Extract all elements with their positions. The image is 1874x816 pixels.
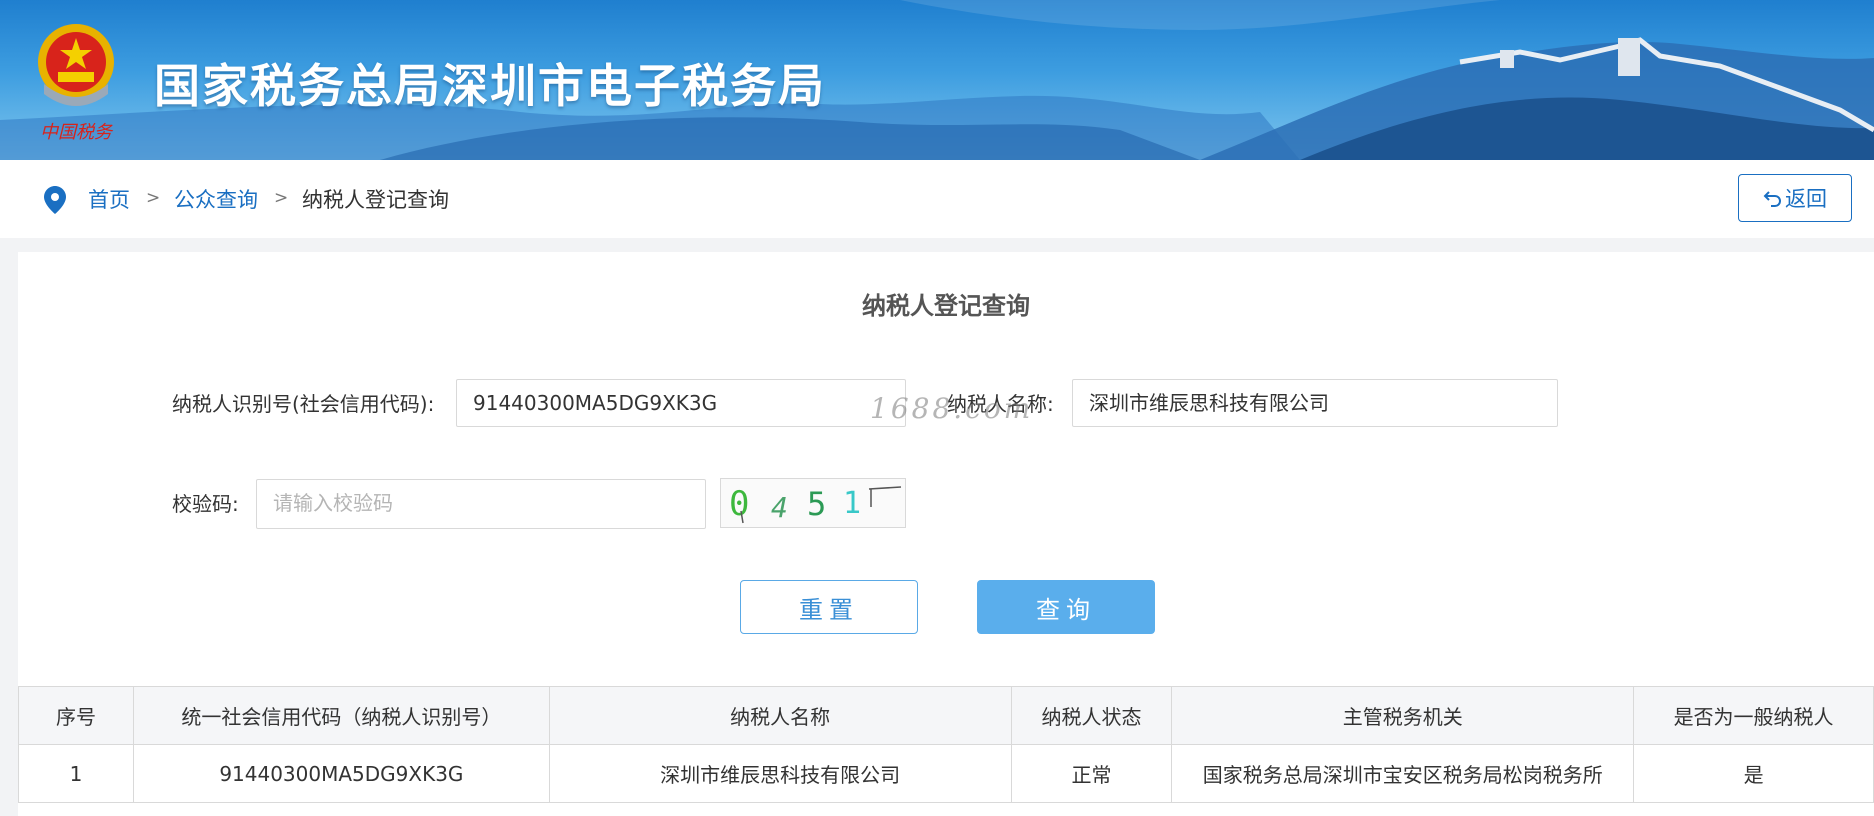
site-title: 国家税务总局深圳市电子税务局: [154, 59, 826, 113]
query-panel: 纳税人登记查询 纳税人识别号(社会信用代码): 91440300MA5DG9XK…: [18, 252, 1874, 816]
breadcrumb-separator: >: [274, 188, 289, 208]
cell-credit-code: 91440300MA5DG9XK3G: [132, 744, 550, 803]
back-button-label: 返回: [1785, 187, 1827, 211]
back-button[interactable]: 返回: [1738, 174, 1852, 222]
svg-text:4: 4: [771, 491, 788, 524]
column-header: 序号: [18, 686, 134, 745]
table-header-row: 序号 统一社会信用代码（纳税人识别号） 纳税人名称 纳税人状态 主管税务机关 是…: [18, 686, 1874, 745]
svg-text:5: 5: [807, 485, 826, 523]
svg-text:0: 0: [729, 484, 749, 524]
taxpayer-id-input[interactable]: 91440300MA5DG9XK3G: [456, 379, 906, 427]
cell-index: 1: [18, 744, 134, 803]
taxpayer-id-label: 纳税人识别号(社会信用代码):: [172, 392, 435, 416]
breadcrumb-current-page: 纳税人登记查询: [302, 188, 449, 212]
captcha-input[interactable]: 请输入校验码: [256, 479, 706, 529]
svg-text:中国税务: 中国税务: [40, 122, 114, 143]
header-banner: 中国税务 国家税务总局深圳市电子税务局: [0, 0, 1874, 160]
cell-general-taxpayer: 是: [1633, 744, 1874, 803]
undo-arrow-icon: [1763, 191, 1781, 207]
column-header: 统一社会信用代码（纳税人识别号）: [132, 686, 550, 745]
results-table: 序号 统一社会信用代码（纳税人识别号） 纳税人名称 纳税人状态 主管税务机关 是…: [18, 686, 1874, 803]
column-header: 纳税人名称: [548, 686, 1012, 745]
captcha-image[interactable]: 0 4 5 1: [720, 478, 906, 528]
form-title: 纳税人登记查询: [862, 292, 1030, 320]
breadcrumb-public-query-link[interactable]: 公众查询: [174, 184, 258, 214]
breadcrumb: 首页 > 公众查询 > 纳税人登记查询 返回: [0, 160, 1874, 238]
cell-tax-authority: 国家税务总局深圳市宝安区税务局松岗税务所: [1171, 744, 1635, 803]
breadcrumb-home-link[interactable]: 首页: [88, 184, 130, 214]
table-row: 1 91440300MA5DG9XK3G 深圳市维辰思科技有限公司 正常 国家税…: [18, 744, 1874, 803]
reset-button[interactable]: 重置: [740, 580, 918, 634]
breadcrumb-separator: >: [146, 188, 161, 208]
column-header: 是否为一般纳税人: [1633, 686, 1874, 745]
svg-text:1: 1: [843, 486, 861, 521]
cell-status: 正常: [1010, 744, 1173, 803]
taxpayer-name-label: 纳税人名称:: [947, 392, 1054, 416]
column-header: 主管税务机关: [1171, 686, 1635, 745]
query-button[interactable]: 查询: [977, 580, 1155, 634]
cell-taxpayer-name: 深圳市维辰思科技有限公司: [548, 744, 1012, 803]
column-header: 纳税人状态: [1010, 686, 1173, 745]
tax-bureau-emblem: 中国税务: [28, 14, 124, 144]
location-pin-icon: [44, 186, 66, 214]
captcha-label: 校验码:: [172, 492, 239, 516]
taxpayer-name-input[interactable]: 深圳市维辰思科技有限公司: [1072, 379, 1558, 427]
